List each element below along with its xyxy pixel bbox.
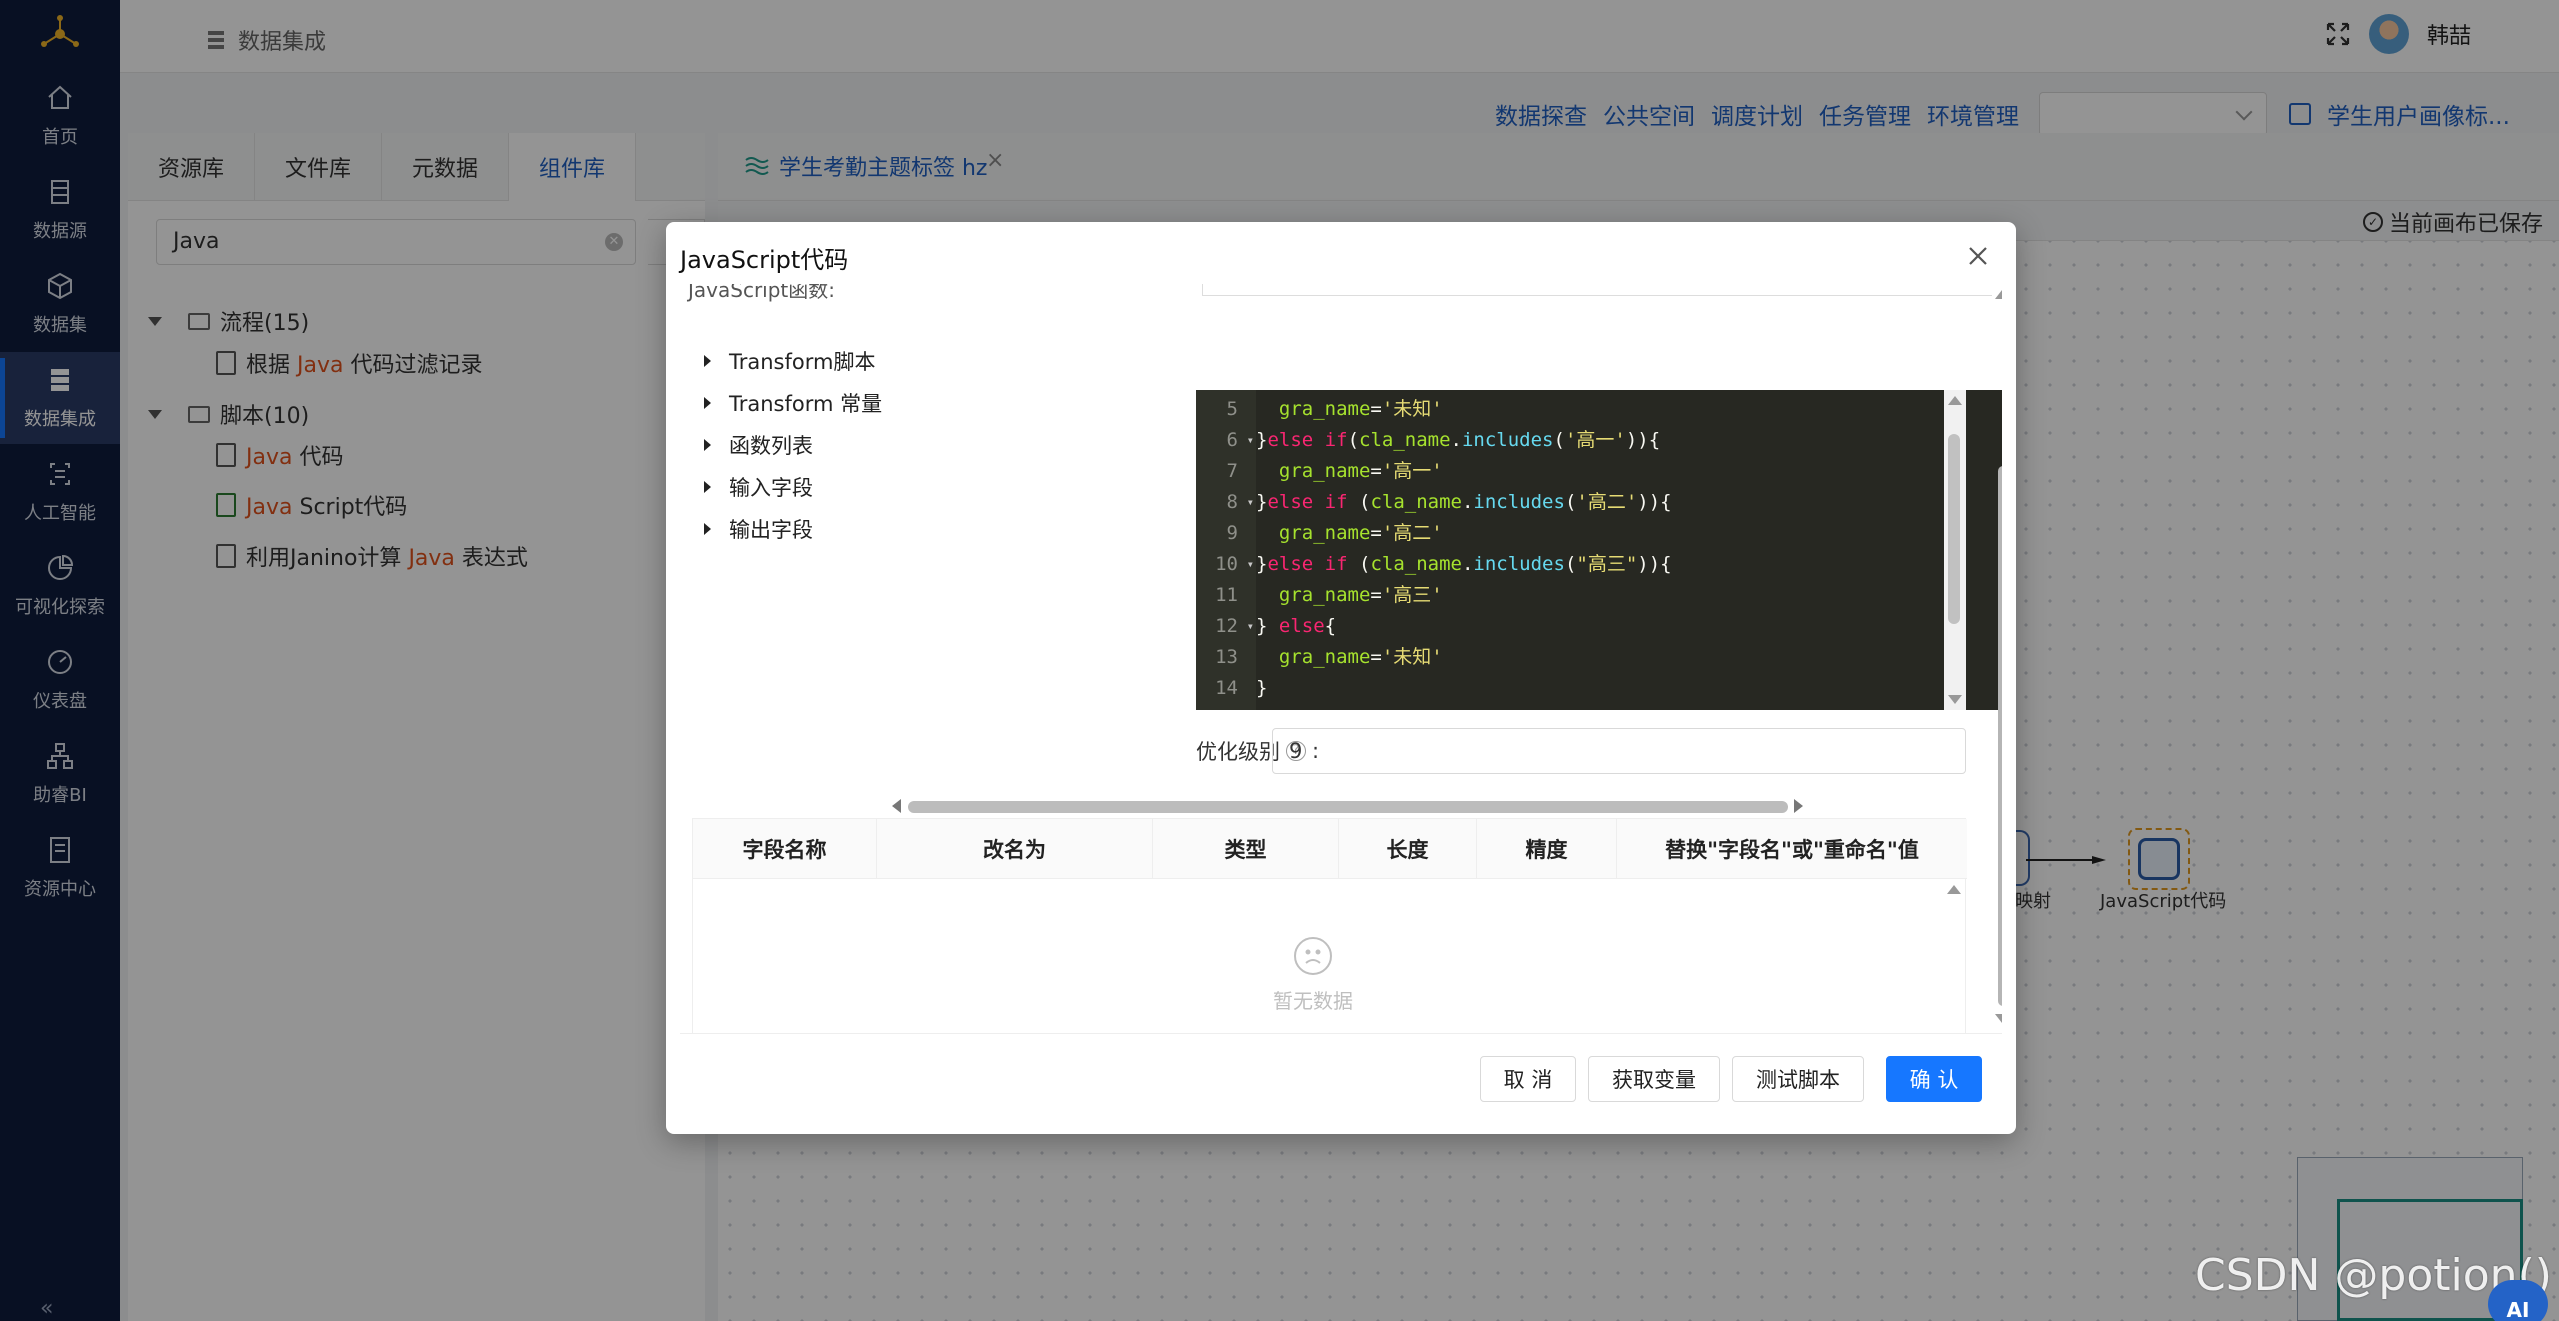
col-rename: 改名为: [877, 819, 1153, 879]
scroll-up-icon[interactable]: [1948, 396, 1962, 405]
line-number: 9: [1226, 522, 1238, 544]
code-line[interactable]: 5 gra_name='未知': [1196, 394, 2002, 425]
fold-icon[interactable]: ▾: [1247, 487, 1254, 518]
col-type: 类型: [1153, 819, 1339, 879]
code-line[interactable]: 13 gra_name='未知': [1196, 642, 2002, 673]
line-number: 10 ▾: [1196, 549, 1256, 580]
code-line[interactable]: 10 ▾}else if (cla_name.includes("高三")){: [1196, 549, 2002, 580]
sad-face-icon: [1294, 937, 1332, 975]
horizontal-scroll-thumb[interactable]: [908, 801, 1788, 813]
code-line[interactable]: 11 gra_name='高三': [1196, 580, 2002, 611]
col-replace: 替换"字段名"或"重命名"值: [1665, 838, 1919, 862]
col-length: 长度: [1339, 819, 1477, 879]
scroll-up-icon[interactable]: [1995, 290, 2002, 299]
table-header: 字段名称 改名为 类型 长度 精度 替换"字段名"或"重命名"值: [693, 819, 1967, 879]
scroll-right-icon[interactable]: [1794, 799, 1803, 813]
tree-label: Transform 常量: [729, 392, 883, 416]
col-precision: 精度: [1477, 819, 1617, 879]
tree-transform-constant[interactable]: Transform 常量: [704, 388, 882, 418]
table-scroll-up-icon[interactable]: [1947, 885, 1961, 894]
editor-scroll-thumb[interactable]: [1948, 434, 1960, 624]
fold-icon[interactable]: ▾: [1247, 611, 1254, 642]
tree-label: 函数列表: [729, 434, 813, 458]
line-number: 12 ▾: [1196, 611, 1256, 642]
code-line[interactable]: 12 ▾} else{: [1196, 611, 2002, 642]
tree-output-fields[interactable]: 输出字段: [704, 514, 813, 544]
empty-state: 暂无数据: [1273, 937, 1353, 1014]
dialog-scroll-thumb[interactable]: [1998, 466, 2002, 1006]
scroll-left-icon[interactable]: [892, 799, 901, 813]
tree-label: 输出字段: [729, 518, 813, 542]
fold-icon[interactable]: ▾: [1247, 549, 1254, 580]
line-number: 11: [1215, 584, 1238, 606]
function-input-edge: [1202, 284, 1992, 296]
caret-right-icon[interactable]: [704, 523, 711, 535]
fields-table: 字段名称 改名为 类型 长度 精度 替换"字段名"或"重命名"值 暂无数据: [692, 818, 1967, 1033]
line-number: 5: [1226, 398, 1238, 420]
line-number: 7: [1226, 460, 1238, 482]
fold-icon[interactable]: ▾: [1247, 425, 1254, 456]
line-number: 6 ▾: [1196, 425, 1256, 456]
line-number: 8 ▾: [1196, 487, 1256, 518]
dialog-body: JavaScript函数: Transform脚本 Transform 常量 函…: [680, 284, 2002, 1034]
scroll-down-icon[interactable]: [1948, 695, 1962, 704]
line-number: 13: [1215, 646, 1238, 668]
code-editor[interactable]: 5 gra_name='未知' 6 ▾}else if(cla_name.inclu…: [1196, 390, 2002, 710]
code-line[interactable]: 7 gra_name='高一': [1196, 456, 2002, 487]
caret-right-icon[interactable]: [704, 481, 711, 493]
function-section-label: JavaScript函数:: [688, 284, 835, 302]
opt-level-text: 优化级别: [1196, 740, 1280, 764]
col-field-name: 字段名称: [693, 819, 877, 879]
caret-right-icon[interactable]: [704, 397, 711, 409]
tree-function-list[interactable]: 函数列表: [704, 430, 813, 460]
caret-right-icon[interactable]: [704, 439, 711, 451]
ai-assistant-badge[interactable]: AI: [2488, 1280, 2548, 1321]
tree-input-fields[interactable]: 输入字段: [704, 472, 813, 502]
confirm-button[interactable]: 确 认: [1886, 1056, 1982, 1102]
line-number: 14: [1215, 677, 1238, 699]
get-variables-button[interactable]: 获取变量: [1588, 1056, 1720, 1102]
code-line[interactable]: 6 ▾}else if(cla_name.includes('高一')){: [1196, 425, 2002, 456]
test-script-button[interactable]: 测试脚本: [1732, 1056, 1864, 1102]
cancel-button[interactable]: 取 消: [1480, 1056, 1576, 1102]
tree-label: 输入字段: [729, 476, 813, 500]
opt-level-input[interactable]: 9: [1272, 728, 1966, 774]
dialog-title: JavaScript代码: [680, 246, 849, 274]
code-line[interactable]: 8 ▾}else if (cla_name.includes('高二')){: [1196, 487, 2002, 518]
caret-right-icon[interactable]: [704, 355, 711, 367]
code-line[interactable]: 14}: [1196, 673, 2002, 704]
code-line[interactable]: 9 gra_name='高二': [1196, 518, 2002, 549]
tree-transform-script[interactable]: Transform脚本: [704, 346, 875, 376]
empty-text: 暂无数据: [1273, 989, 1353, 1013]
scroll-down-icon[interactable]: [1995, 1014, 2002, 1023]
javascript-code-dialog: JavaScript代码 JavaScript函数: Transform脚本 T…: [666, 222, 2016, 1134]
close-icon[interactable]: [1966, 244, 1990, 268]
tree-label: Transform脚本: [729, 350, 876, 374]
